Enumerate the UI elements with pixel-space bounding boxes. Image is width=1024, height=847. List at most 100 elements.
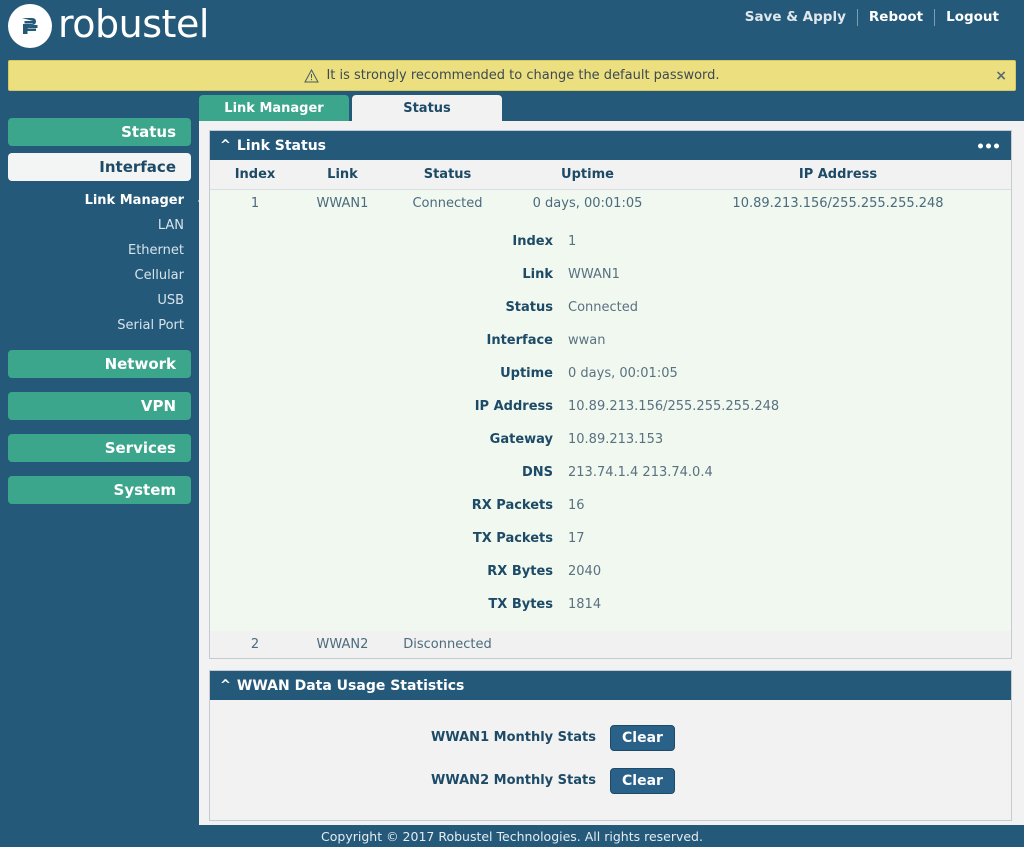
detail-value: 16 <box>568 498 585 513</box>
detail-value: WWAN1 <box>568 267 620 282</box>
column-header-ip: IP Address <box>665 160 1011 190</box>
detail-row-ip-address: IP Address 10.89.213.156/255.255.255.248 <box>210 390 1011 423</box>
detail-label: IP Address <box>474 399 553 414</box>
sidebar-subitem-label: LAN <box>157 218 184 233</box>
tab-status[interactable]: Status <box>352 95 502 121</box>
wwan-usage-panel-header[interactable]: ^ WWAN Data Usage Statistics <box>210 671 1011 700</box>
detail-value: 213.74.1.4 213.74.0.4 <box>568 465 713 480</box>
password-warning-banner: It is strongly recommended to change the… <box>8 60 1016 91</box>
detail-label: TX Bytes <box>488 597 553 612</box>
clear-wwan1-button[interactable]: Clear <box>610 724 675 751</box>
detail-row-rx-bytes: RX Bytes 2040 <box>210 555 1011 588</box>
detail-label: RX Packets <box>471 498 553 513</box>
sidebar-item-usb[interactable]: USB <box>0 288 199 313</box>
link-status-table: Index Link Status Uptime IP Address 1 WW… <box>210 160 1011 217</box>
ellipsis-icon[interactable] <box>978 143 999 148</box>
brand-name: robustel <box>58 2 209 46</box>
footer-bar: Copyright © 2017 Robustel Technologies. … <box>0 825 1024 847</box>
sidebar-item-services[interactable]: Services <box>8 434 191 462</box>
warning-message: It is strongly recommended to change the… <box>326 68 720 83</box>
brand-logo[interactable]: robustel <box>8 4 209 48</box>
detail-label: Interface <box>486 333 554 348</box>
cell-ip <box>665 631 1011 658</box>
sidebar-item-ethernet[interactable]: Ethernet <box>0 238 199 263</box>
sidebar-item-network[interactable]: Network <box>8 350 191 378</box>
sidebar-subitem-label: Link Manager <box>84 193 184 208</box>
sidebar-subitem-label: Ethernet <box>128 243 184 258</box>
detail-row-dns: DNS 213.74.1.4 213.74.0.4 <box>210 456 1011 489</box>
header-actions: Save & Apply Reboot Logout <box>734 8 1010 27</box>
detail-value: 1814 <box>568 597 602 612</box>
panel-title: WWAN Data Usage Statistics <box>236 677 465 694</box>
logout-link[interactable]: Logout <box>935 8 1010 27</box>
sidebar-item-serial-port[interactable]: Serial Port <box>0 313 199 338</box>
sidebar-nav: Status Interface Link Manager LAN Ethern… <box>0 118 199 825</box>
main-content: ^ Link Status Index Link Status Uptime I… <box>199 121 1024 825</box>
sidebar-item-status[interactable]: Status <box>8 118 191 146</box>
sidebar-item-interface[interactable]: Interface <box>8 153 191 181</box>
detail-label: Index <box>512 234 553 249</box>
link-status-panel-header[interactable]: ^ Link Status <box>210 131 1011 160</box>
detail-row-index: Index 1 <box>210 225 1011 258</box>
cell-index: 2 <box>210 631 300 658</box>
detail-label: RX Bytes <box>487 564 553 579</box>
reboot-link[interactable]: Reboot <box>858 8 934 27</box>
wwan-usage-panel: ^ WWAN Data Usage Statistics WWAN1 Month… <box>209 670 1012 821</box>
detail-row-link: Link WWAN1 <box>210 258 1011 291</box>
detail-label: Status <box>505 300 553 315</box>
column-header-status: Status <box>385 160 510 190</box>
detail-value: 1 <box>568 234 577 249</box>
detail-value: wwan <box>568 333 606 348</box>
detail-value: 2040 <box>568 564 602 579</box>
sidebar-item-vpn[interactable]: VPN <box>8 392 191 420</box>
save-and-apply-link[interactable]: Save & Apply <box>734 8 857 27</box>
tab-link-manager[interactable]: Link Manager <box>199 95 349 121</box>
sidebar-subitem-label: Serial Port <box>117 318 184 333</box>
cell-ip: 10.89.213.156/255.255.255.248 <box>665 189 1011 217</box>
link-status-panel: ^ Link Status Index Link Status Uptime I… <box>209 130 1012 659</box>
usage-row-wwan1: WWAN1 Monthly Stats Clear <box>210 716 1011 759</box>
table-row[interactable]: 1 WWAN1 Connected 0 days, 00:01:05 10.89… <box>210 189 1011 217</box>
detail-label: Gateway <box>489 432 553 447</box>
chevron-up-icon[interactable]: ^ <box>220 139 231 152</box>
sidebar-item-link-manager[interactable]: Link Manager <box>0 188 199 213</box>
sidebar-item-cellular[interactable]: Cellular <box>0 263 199 288</box>
detail-row-tx-bytes: TX Bytes 1814 <box>210 588 1011 621</box>
link-detail-section: Index 1 Link WWAN1 Status Connected Inte… <box>210 217 1011 631</box>
close-icon[interactable]: × <box>995 69 1007 83</box>
sidebar-item-label: Network <box>104 355 176 373</box>
table-row[interactable]: 2 WWAN2 Disconnected <box>210 631 1011 658</box>
cell-index: 1 <box>210 189 300 217</box>
tab-label: Status <box>403 100 451 116</box>
warning-triangle-icon <box>304 68 320 83</box>
column-header-uptime: Uptime <box>510 160 665 190</box>
clear-wwan2-button[interactable]: Clear <box>610 767 675 794</box>
cell-link: WWAN1 <box>300 189 385 217</box>
sidebar-item-label: Services <box>104 439 176 457</box>
column-header-link: Link <box>300 160 385 190</box>
detail-label: Link <box>522 267 553 282</box>
detail-label: TX Packets <box>472 531 553 546</box>
usage-label: WWAN1 Monthly Stats <box>431 730 596 745</box>
detail-row-tx-packets: TX Packets 17 <box>210 522 1011 555</box>
sidebar-item-system[interactable]: System <box>8 476 191 504</box>
sidebar-subitem-label: Cellular <box>134 268 184 283</box>
cell-status: Disconnected <box>385 631 510 658</box>
sidebar-item-lan[interactable]: LAN <box>0 213 199 238</box>
detail-label: Uptime <box>500 366 553 381</box>
chevron-up-icon[interactable]: ^ <box>220 679 231 692</box>
sidebar-item-label: Status <box>121 123 176 141</box>
robustel-logo-icon <box>8 4 52 48</box>
detail-row-interface: Interface wwan <box>210 324 1011 357</box>
sidebar-item-label: System <box>113 481 176 499</box>
content-tabs: Link Manager Status <box>199 93 505 121</box>
detail-row-rx-packets: RX Packets 16 <box>210 489 1011 522</box>
sidebar-item-label: VPN <box>140 397 176 415</box>
detail-row-uptime: Uptime 0 days, 00:01:05 <box>210 357 1011 390</box>
copyright-text: Copyright © 2017 Robustel Technologies. … <box>321 828 703 844</box>
sidebar-subitem-label: USB <box>157 293 184 308</box>
cell-uptime: 0 days, 00:01:05 <box>510 189 665 217</box>
detail-row-status: Status Connected <box>210 291 1011 324</box>
detail-value: 10.89.213.153 <box>568 432 664 447</box>
cell-link: WWAN2 <box>300 631 385 658</box>
